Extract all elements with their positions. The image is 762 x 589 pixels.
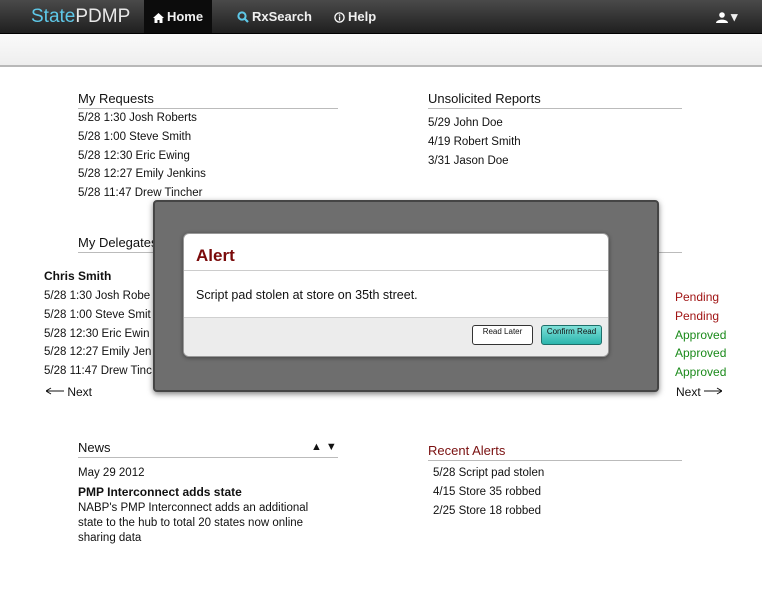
- user-menu[interactable]: ▾: [716, 0, 738, 33]
- list-item[interactable]: 5/28 1:00 Steve Smit: [44, 306, 152, 325]
- recent-alerts-list: 5/28 Script pad stolen 4/15 Store 35 rob…: [433, 464, 544, 520]
- user-icon: [716, 12, 728, 23]
- delegate-status-list: Pending Pending Approved Approved Approv…: [675, 288, 726, 382]
- nav-home[interactable]: Home: [144, 0, 212, 33]
- chevron-down-icon: ▾: [731, 9, 738, 24]
- list-item[interactable]: 5/28 12:30 Eric Ewin: [44, 325, 152, 344]
- recent-alerts-title: Recent Alerts: [428, 443, 682, 461]
- delegate-requests-list: 5/28 1:30 Josh Robe 5/28 1:00 Steve Smit…: [44, 287, 152, 381]
- nav-home-label: Home: [166, 9, 204, 24]
- brand-state-text: State: [31, 6, 76, 27]
- alert-footer: Read Later Confirm Read: [184, 317, 608, 356]
- top-navbar: StatePDMP Home RxSearch Help ▾: [0, 0, 762, 34]
- status-badge: Approved: [675, 346, 727, 361]
- status-badge: Approved: [675, 365, 727, 380]
- list-item[interactable]: 5/29 John Doe: [428, 114, 521, 133]
- list-item[interactable]: 5/28 11:47 Drew Tinc: [44, 362, 152, 381]
- nav-help[interactable]: Help: [334, 0, 376, 33]
- alert-message: Script pad stolen at store on 35th stree…: [196, 288, 418, 302]
- list-item[interactable]: 4/19 Robert Smith: [428, 133, 521, 152]
- arrow-right-icon: [704, 387, 723, 395]
- my-requests-list: 5/28 1:30 Josh Roberts 5/28 1:00 Steve S…: [78, 109, 206, 203]
- search-icon: [237, 11, 249, 23]
- caret-up-icon[interactable]: ▲: [311, 441, 326, 453]
- news-date: May 29 2012: [78, 467, 145, 479]
- brand-pdmp-text: PDMP: [75, 6, 131, 27]
- pager-next[interactable]: Next: [676, 385, 723, 399]
- delegate-name: Chris Smith: [44, 269, 112, 283]
- nav-help-label: Help: [348, 9, 377, 24]
- list-item[interactable]: 4/15 Store 35 robbed: [433, 483, 544, 502]
- list-item[interactable]: 5/28 12:27 Emily Jen: [44, 343, 152, 362]
- alert-title: Alert: [196, 246, 235, 265]
- pager-next-label: Next: [676, 385, 701, 399]
- arrow-left-icon: [45, 387, 64, 395]
- caret-down-icon[interactable]: ▼: [326, 441, 341, 453]
- my-requests-title: My Requests: [78, 91, 338, 109]
- status-badge: Pending: [675, 290, 720, 304]
- list-item[interactable]: 3/31 Jason Doe: [428, 152, 521, 171]
- status-badge: Approved: [675, 327, 727, 342]
- news-body: NABP's PMP Interconnect adds an addition…: [78, 502, 309, 544]
- brand-logo[interactable]: StatePDMP: [31, 6, 130, 28]
- list-item[interactable]: 5/28 Script pad stolen: [433, 464, 544, 483]
- home-icon: [152, 13, 164, 23]
- news-scroll-controls: ▲▼: [311, 441, 341, 453]
- pager-prev[interactable]: Next: [45, 385, 93, 399]
- sub-toolbar: [0, 34, 762, 67]
- status-badge: Pending: [675, 308, 720, 323]
- nav-rxsearch[interactable]: RxSearch: [237, 0, 312, 33]
- unsolicited-reports-list: 5/29 John Doe 4/19 Robert Smith 3/31 Jas…: [428, 114, 521, 170]
- nav-rxsearch-label: RxSearch: [252, 9, 312, 24]
- alert-divider: [184, 270, 608, 271]
- alert-dialog: Alert Script pad stolen at store on 35th…: [183, 233, 609, 357]
- news-title: News: [78, 440, 338, 458]
- read-later-button[interactable]: Read Later: [472, 325, 533, 345]
- list-item[interactable]: 5/28 12:30 Eric Ewing: [78, 147, 206, 166]
- list-item[interactable]: 5/28 1:30 Josh Roberts: [78, 109, 206, 128]
- list-item[interactable]: 2/25 Store 18 robbed: [433, 502, 544, 521]
- list-item[interactable]: 5/28 1:30 Josh Robe: [44, 287, 152, 306]
- list-item[interactable]: 5/28 1:00 Steve Smith: [78, 128, 206, 147]
- news-headline[interactable]: PMP Interconnect adds state: [78, 485, 242, 499]
- confirm-read-button[interactable]: Confirm Read: [541, 325, 602, 345]
- info-icon: [334, 12, 345, 23]
- pager-prev-label: Next: [67, 385, 93, 399]
- unsolicited-reports-title: Unsolicited Reports: [428, 91, 682, 109]
- list-item[interactable]: 5/28 12:27 Emily Jenkins: [78, 165, 206, 184]
